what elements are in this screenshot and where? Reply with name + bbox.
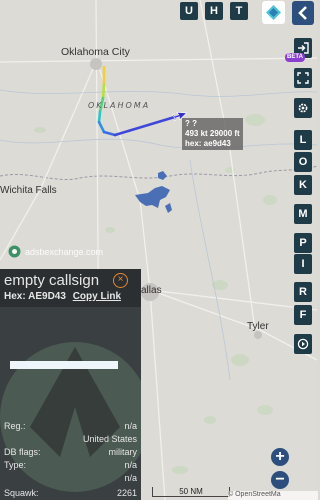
aircraft-tooltip: ? ? 493 kt 29000 ft hex: ae9d43 (182, 118, 243, 150)
fullscreen-button[interactable] (294, 68, 312, 88)
gear-icon (298, 103, 308, 113)
i-button[interactable]: I (294, 254, 312, 274)
copy-link[interactable]: Copy Link (73, 291, 121, 302)
tooltip-line-1: ? ? (185, 119, 197, 128)
tooltip-speed-altitude: 493 kt 29000 ft (185, 129, 240, 138)
watermark-text: adsbexchange.com (25, 246, 104, 257)
adsbexchange-logo-icon (8, 245, 21, 258)
u-button[interactable]: U (180, 2, 198, 20)
photo-placeholder (10, 361, 118, 369)
city-label-tyler: Tyler (247, 321, 269, 332)
aircraft-info-panel: empty callsign × Hex: AE9D43 Copy Link R… (0, 269, 141, 500)
hex-label: Hex: (4, 291, 26, 302)
aircraft-silhouette-icon (0, 342, 141, 492)
map-scale: 50 NM (152, 487, 230, 497)
settings-button[interactable] (294, 98, 312, 118)
l-button[interactable]: L (294, 130, 312, 150)
field-value: n/a (124, 473, 137, 483)
layers-icon (266, 5, 281, 20)
layers-button[interactable] (262, 1, 285, 24)
field-value: n/a (124, 421, 137, 431)
chevron-left-icon (298, 6, 307, 20)
f-button[interactable]: F (294, 305, 312, 325)
fullscreen-icon (297, 72, 309, 84)
collapse-sidebar-button[interactable] (292, 1, 314, 25)
k-button[interactable]: K (294, 175, 312, 195)
replay-icon (297, 338, 309, 350)
r-button[interactable]: R (294, 282, 312, 302)
p-button[interactable]: P (294, 233, 312, 253)
map-attribution[interactable]: © OpenStreetMa (228, 491, 318, 500)
hex-value: AE9D43 (28, 291, 66, 302)
field-value: 2261 (116, 488, 137, 498)
state-label-oklahoma: OKLAHOMA (88, 101, 151, 110)
m-button[interactable]: M (294, 204, 312, 224)
hex-line: Hex: AE9D43 Copy Link (4, 291, 121, 302)
beta-badge: BETA (285, 53, 305, 62)
adsbexchange-watermark: adsbexchange.com (8, 245, 103, 258)
field-value: n/a (124, 460, 137, 470)
h-button[interactable]: H (205, 2, 223, 20)
replay-button[interactable] (294, 334, 312, 354)
city-label-wichita-falls: Wichita Falls (0, 185, 57, 196)
tooltip-hex: hex: ae9d43 (185, 139, 231, 148)
field-value: military (108, 447, 138, 457)
zoom-in-button[interactable]: + (271, 448, 289, 466)
field-label: Type: (4, 460, 27, 470)
city-label-oklahoma-city: Oklahoma City (61, 46, 130, 58)
field-label: Squawk: (4, 488, 39, 498)
t-button[interactable]: T (230, 2, 248, 20)
zoom-out-button[interactable]: − (271, 471, 289, 489)
close-icon[interactable]: × (113, 273, 128, 288)
o-button[interactable]: O (294, 152, 312, 172)
field-label: DB flags: (4, 447, 41, 457)
field-label: Reg.: (4, 421, 26, 431)
callsign-label: empty callsign (4, 272, 100, 289)
field-value: United States (82, 434, 137, 444)
city-label-dallas: allas (141, 285, 162, 296)
